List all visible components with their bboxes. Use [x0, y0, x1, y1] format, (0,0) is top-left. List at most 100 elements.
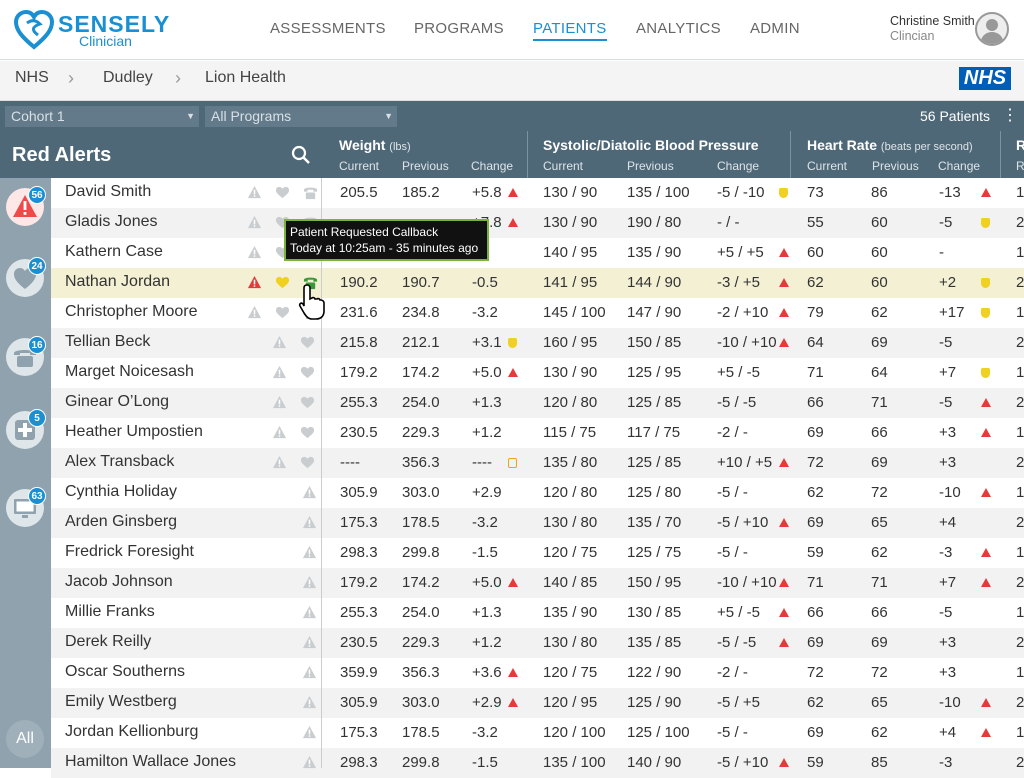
- alert-icon[interactable]: [247, 215, 262, 230]
- table-row[interactable]: Oscar Southerns 359.9 356.3 +3.6 120 / 75 122…: [51, 658, 1024, 688]
- patient-name[interactable]: Gladis Jones: [65, 213, 158, 231]
- table-row[interactable]: Tellian Beck 215.8 212.1 +3.1 160 / 95 150 / …: [51, 328, 1024, 358]
- w-cell: 174.2: [402, 574, 440, 591]
- alert-icon[interactable]: [247, 185, 262, 200]
- r-cell: 2: [1016, 334, 1024, 351]
- programs-select[interactable]: All Programs ▼: [205, 106, 397, 127]
- patient-name[interactable]: Nathan Jordan: [65, 273, 170, 291]
- patient-name[interactable]: Millie Franks: [65, 603, 155, 621]
- nav-patients[interactable]: PATIENTS: [533, 20, 607, 41]
- phone-icon[interactable]: [303, 185, 318, 200]
- table-row[interactable]: Nathan Jordan 190.2 190.7 -0.5 141 / 95 144 /…: [51, 268, 1024, 298]
- bp-current-header[interactable]: Current: [543, 159, 583, 173]
- table-row[interactable]: Millie Franks 255.3 254.0 +1.3 135 / 90 130 /…: [51, 598, 1024, 628]
- alert-icon[interactable]: [272, 335, 287, 350]
- table-row[interactable]: Fredrick Foresight 298.3 299.8 -1.5 120 / 75…: [51, 538, 1024, 568]
- sensely-logo-icon[interactable]: [14, 10, 54, 50]
- patient-name[interactable]: Arden Ginsberg: [65, 513, 177, 531]
- heart-icon[interactable]: [300, 395, 315, 410]
- heart-icon[interactable]: [275, 305, 290, 320]
- patient-name[interactable]: David Smith: [65, 183, 151, 201]
- patient-name[interactable]: Derek Reilly: [65, 633, 151, 651]
- next-column-sub-header[interactable]: R: [1016, 159, 1024, 173]
- alert-icon[interactable]: [302, 695, 317, 710]
- bp-previous-header[interactable]: Previous: [627, 159, 674, 173]
- patient-name[interactable]: Emily Westberg: [65, 693, 177, 711]
- table-row[interactable]: Christopher Moore 231.6 234.8 -3.2 145 / 100…: [51, 298, 1024, 328]
- hr-change-header[interactable]: Change: [938, 159, 980, 173]
- table-row[interactable]: David Smith 205.5 185.2 +5.8 130 / 90 135 / 1…: [51, 178, 1024, 208]
- patient-name[interactable]: Tellian Beck: [65, 333, 150, 351]
- nav-admin[interactable]: ADMIN: [750, 20, 800, 37]
- alert-icon[interactable]: [302, 725, 317, 740]
- alert-icon[interactable]: [272, 365, 287, 380]
- patient-name[interactable]: Fredrick Foresight: [65, 543, 194, 561]
- table-row[interactable]: Jordan Kellionburg 175.3 178.5 -3.2 120 / 10…: [51, 718, 1024, 748]
- table-row[interactable]: Ginear O’Long 255.3 254.0 +1.3 120 / 80 125 /…: [51, 388, 1024, 418]
- more-options-icon[interactable]: ⋮: [1002, 107, 1018, 125]
- heart-icon[interactable]: [300, 455, 315, 470]
- table-row[interactable]: Hamilton Wallace Jones 298.3 299.8 -1.5 135 …: [51, 748, 1024, 778]
- alert-icon[interactable]: [247, 245, 262, 260]
- alert-icon[interactable]: [247, 305, 262, 320]
- heart-icon[interactable]: [300, 335, 315, 350]
- search-icon[interactable]: [291, 145, 311, 165]
- weight-previous-header[interactable]: Previous: [402, 159, 449, 173]
- table-row[interactable]: Derek Reilly 230.5 229.3 +1.2 130 / 80 135 / …: [51, 628, 1024, 658]
- table-row[interactable]: Arden Ginsberg 175.3 178.5 -3.2 130 / 80 135 …: [51, 508, 1024, 538]
- patient-name[interactable]: Alex Transback: [65, 453, 174, 471]
- breadcrumb-nhs[interactable]: NHS: [15, 69, 49, 87]
- breadcrumb-dudley[interactable]: Dudley: [103, 69, 153, 87]
- table-row[interactable]: Cynthia Holiday 305.9 303.0 +2.9 120 / 80 125…: [51, 478, 1024, 508]
- patient-name[interactable]: Heather Umpostien: [65, 423, 203, 441]
- patient-name[interactable]: Ginear O’Long: [65, 393, 169, 411]
- weight-header[interactable]: Weight (lbs): [339, 137, 411, 153]
- alert-icon[interactable]: [302, 575, 317, 590]
- next-column-header[interactable]: R: [1016, 137, 1024, 153]
- cohort-select[interactable]: Cohort 1 ▼: [5, 106, 199, 127]
- table-row[interactable]: Alex Transback ---- 356.3 ---- 135 / 80 125 /…: [51, 448, 1024, 478]
- alert-icon[interactable]: [302, 665, 317, 680]
- alert-icon[interactable]: [247, 275, 262, 290]
- heart-icon[interactable]: [300, 425, 315, 440]
- patient-name[interactable]: Christopher Moore: [65, 303, 198, 321]
- table-row[interactable]: Emily Westberg 305.9 303.0 +2.9 120 / 95 125 …: [51, 688, 1024, 718]
- patient-name[interactable]: Kathern Case: [65, 243, 163, 261]
- user-name[interactable]: Christine Smith: [890, 14, 975, 28]
- all-filter-button[interactable]: All: [6, 720, 44, 758]
- alert-icon[interactable]: [272, 425, 287, 440]
- alert-icon[interactable]: [272, 455, 287, 470]
- nav-programs[interactable]: PROGRAMS: [414, 20, 504, 37]
- patient-name[interactable]: Marget Noicesash: [65, 363, 194, 381]
- alert-icon[interactable]: [302, 605, 317, 620]
- bp-header[interactable]: Systolic/Diatolic Blood Pressure: [543, 137, 759, 153]
- alert-icon[interactable]: [302, 485, 317, 500]
- patient-name[interactable]: Jacob Johnson: [65, 573, 173, 591]
- heart-icon[interactable]: [275, 185, 290, 200]
- alert-icon[interactable]: [272, 395, 287, 410]
- bp-change-header[interactable]: Change: [717, 159, 759, 173]
- alert-icon[interactable]: [302, 635, 317, 650]
- alert-icon[interactable]: [302, 515, 317, 530]
- heart-icon[interactable]: [275, 275, 290, 290]
- weight-current-header[interactable]: Current: [339, 159, 379, 173]
- breadcrumb-lion-health[interactable]: Lion Health: [205, 69, 286, 87]
- avatar[interactable]: [975, 12, 1009, 46]
- patient-name[interactable]: Cynthia Holiday: [65, 483, 177, 501]
- table-row[interactable]: Kathern Case 1 140 / 95 135 / 90 +5 / +5 60 60…: [51, 238, 1024, 268]
- alert-icon[interactable]: [302, 545, 317, 560]
- hr-header[interactable]: Heart Rate (beats per second): [807, 137, 973, 153]
- patient-name[interactable]: Oscar Southerns: [65, 663, 185, 681]
- table-row[interactable]: Jacob Johnson 179.2 174.2 +5.0 140 / 85 150 /…: [51, 568, 1024, 598]
- hr-current-header[interactable]: Current: [807, 159, 847, 173]
- hr-previous-header[interactable]: Previous: [872, 159, 919, 173]
- patient-name[interactable]: Hamilton Wallace Jones: [65, 753, 236, 771]
- table-row[interactable]: Gladis Jones+7.8130 / 90190 / 80 - / -55…: [51, 208, 1024, 238]
- weight-change-header[interactable]: Change: [471, 159, 513, 173]
- nav-analytics[interactable]: ANALYTICS: [636, 20, 721, 37]
- heart-icon[interactable]: [300, 365, 315, 380]
- patient-name[interactable]: Jordan Kellionburg: [65, 723, 198, 741]
- nav-assessments[interactable]: ASSESSMENTS: [270, 20, 386, 37]
- table-row[interactable]: Heather Umpostien 230.5 229.3 +1.2 115 / 75 1…: [51, 418, 1024, 448]
- table-row[interactable]: Marget Noicesash 179.2 174.2 +5.0 130 / 90 12…: [51, 358, 1024, 388]
